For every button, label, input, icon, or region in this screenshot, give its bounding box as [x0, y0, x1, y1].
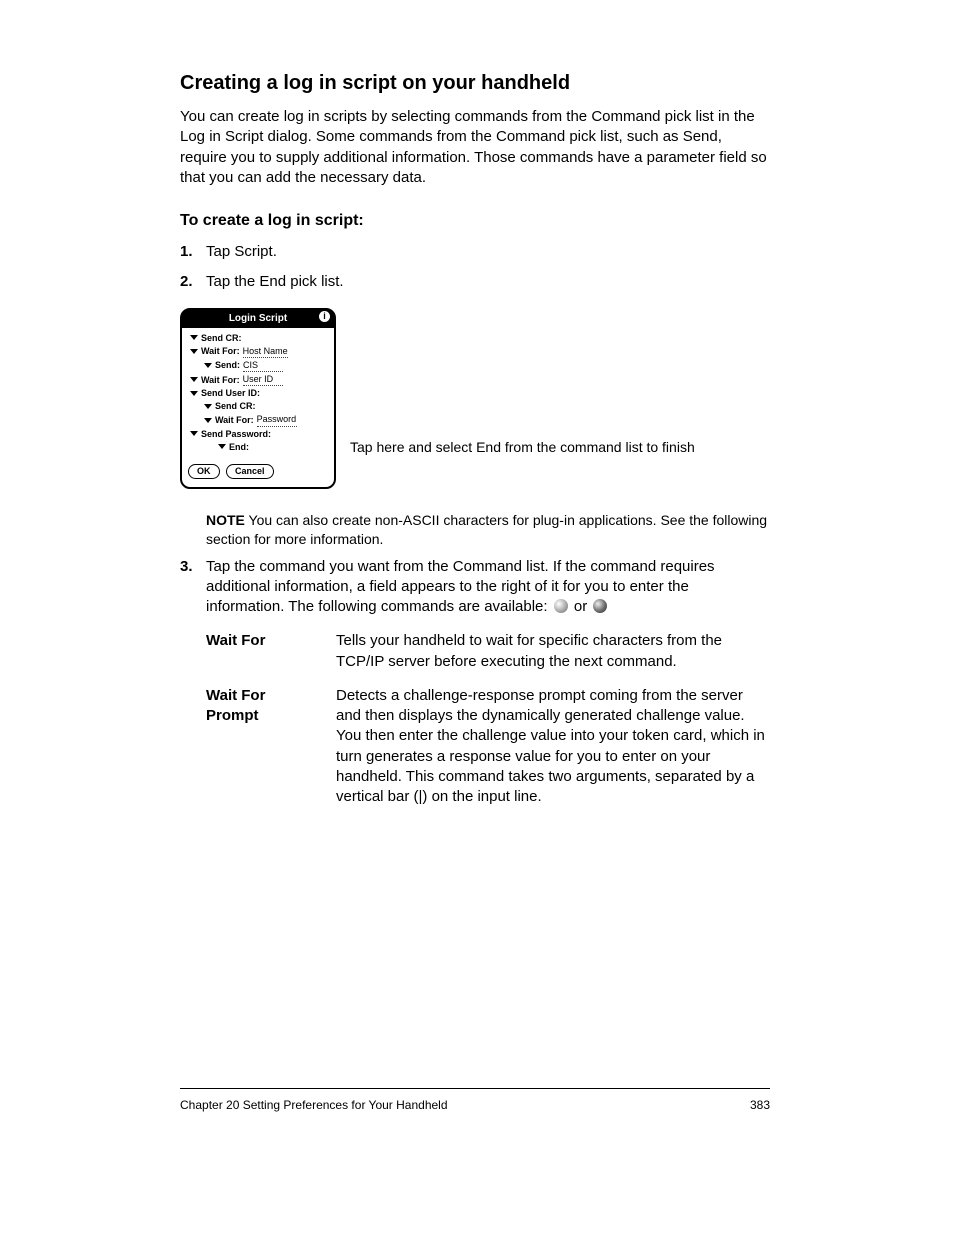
dropdown-triangle-icon[interactable]: [190, 335, 198, 340]
script-row: Wait For:User ID: [186, 373, 330, 386]
login-script-dialog: Login Script i Send CR:Wait For:Host Nam…: [180, 308, 336, 489]
script-row: Wait For:Host Name: [186, 345, 330, 358]
footer-chapter: Chapter 20 Setting Preferences for Your …: [180, 1098, 448, 1112]
script-command-label[interactable]: End:: [229, 441, 249, 453]
info-icon[interactable]: i: [319, 311, 330, 322]
script-row: Send Password:: [186, 428, 330, 440]
script-row: Send CR:: [186, 332, 330, 344]
script-rows: Send CR:Wait For:Host NameSend:CISWait F…: [182, 328, 334, 453]
cmd-waitprompt-desc: Detects a challenge-response prompt comi…: [336, 686, 770, 808]
script-row: Send User ID:: [186, 387, 330, 399]
script-command-label[interactable]: Send User ID:: [201, 387, 260, 399]
script-row: Wait For:Password: [186, 413, 330, 426]
nav-up-icon: [554, 599, 568, 613]
note: NOTE You can also create non-ASCII chara…: [206, 511, 770, 549]
dropdown-triangle-icon[interactable]: [218, 444, 226, 449]
cmd-waitfor-name: Wait For: [206, 631, 316, 672]
cmd-waitprompt-name: Wait For Prompt: [206, 686, 316, 808]
script-command-label[interactable]: Wait For:: [201, 345, 240, 357]
script-command-value[interactable]: CIS: [243, 359, 283, 372]
script-row: Send:CIS: [186, 359, 330, 372]
dialog-titlebar: Login Script i: [182, 310, 334, 328]
step-2: Tap the End pick list.: [180, 272, 770, 292]
note-label: NOTE: [206, 512, 245, 528]
dialog-title: Login Script: [229, 313, 287, 324]
nav-down-icon: [593, 599, 607, 613]
dropdown-triangle-icon[interactable]: [204, 404, 212, 409]
script-command-label[interactable]: Send:: [215, 359, 240, 371]
script-command-label[interactable]: Send Password:: [201, 428, 271, 440]
dropdown-triangle-icon[interactable]: [204, 418, 212, 423]
script-row: Send CR:: [186, 400, 330, 412]
script-command-value[interactable]: Password: [257, 413, 297, 426]
script-command-value[interactable]: User ID: [243, 373, 283, 386]
step-3: Tap the command you want from the Comman…: [180, 557, 770, 618]
page-heading: Creating a log in script on your handhel…: [180, 70, 770, 97]
cancel-button[interactable]: Cancel: [226, 464, 274, 479]
dropdown-triangle-icon[interactable]: [204, 363, 212, 368]
step-3-text: Tap the command you want from the Comman…: [206, 558, 715, 616]
script-row: End:: [186, 441, 330, 453]
note-text: You can also create non-ASCII characters…: [206, 512, 767, 547]
dropdown-triangle-icon[interactable]: [190, 431, 198, 436]
script-command-label[interactable]: Send CR:: [201, 332, 242, 344]
intro-paragraph: You can create log in scripts by selecti…: [180, 107, 770, 188]
step-1: Tap Script.: [180, 242, 770, 262]
dropdown-triangle-icon[interactable]: [190, 391, 198, 396]
script-command-label[interactable]: Send CR:: [215, 400, 256, 412]
script-command-value[interactable]: Host Name: [243, 345, 288, 358]
ok-button[interactable]: OK: [188, 464, 220, 479]
cmd-waitfor-desc: Tells your handheld to wait for specific…: [336, 631, 770, 672]
dropdown-triangle-icon[interactable]: [190, 377, 198, 382]
procedure-heading: To create a log in script:: [180, 210, 770, 232]
dropdown-triangle-icon[interactable]: [190, 349, 198, 354]
script-command-label[interactable]: Wait For:: [215, 414, 254, 426]
script-command-label[interactable]: Wait For:: [201, 374, 240, 386]
footer-rule: [180, 1088, 770, 1089]
figure-caption: Tap here and select End from the command…: [350, 308, 770, 457]
footer-page-number: 383: [750, 1098, 770, 1112]
